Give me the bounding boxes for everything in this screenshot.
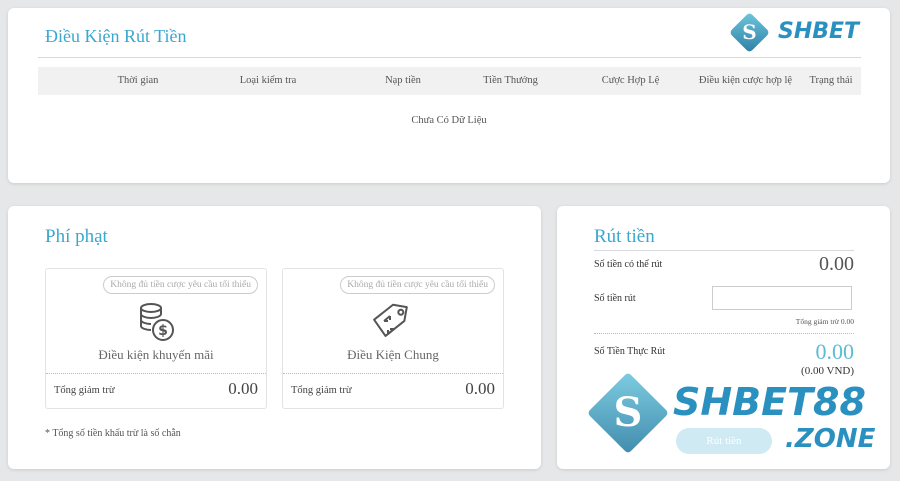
status-badge: Không đủ tiền cược yêu cầu tối thiểu — [103, 276, 258, 294]
total-deduction-value: 0.00 — [228, 379, 258, 398]
logo-letter: S — [742, 20, 757, 44]
divider — [594, 333, 854, 334]
empty-state-text: Chưa Có Dữ Liệu — [411, 115, 487, 126]
amount-label: Số tiền rút — [594, 293, 636, 304]
total-deduction-value: 0.00 — [465, 379, 495, 398]
shbet88-zone-watermark: S SHBET88 .ZONE — [585, 371, 885, 462]
actual-amount-value: 0.00 — [815, 339, 855, 364]
penalty-panel: Phí phạt Không đủ tiền cược yêu cầu tối … — [8, 206, 541, 469]
column-header-time: Thời gian — [117, 75, 159, 86]
total-deduction-label: Tổng giảm trừ — [54, 385, 115, 396]
dotted-divider — [46, 373, 266, 374]
penalty-title: Phí phạt — [45, 226, 108, 247]
actual-amount-label: Số Tiền Thực Rút — [594, 346, 666, 357]
card-label: Điều Kiện Chung — [347, 347, 439, 362]
deduction-text: Tổng giảm trừ 0.00 — [795, 317, 854, 326]
general-condition-card: Không đủ tiền cược yêu cầu tối thiểu Điề… — [282, 268, 504, 409]
promotion-condition-card: Không đủ tiền cược yêu cầu tối thiểu $ Đ… — [45, 268, 267, 409]
withdraw-conditions-title: Điều Kiện Rút Tiền — [45, 26, 187, 46]
logo-letter: S — [613, 389, 643, 436]
card-label: Điều kiện khuyến mãi — [98, 347, 214, 362]
logo-text-bottom: .ZONE — [785, 424, 876, 454]
logo-text-top: SHBET88 — [673, 380, 866, 424]
price-tag-exchange-icon — [373, 303, 408, 337]
amount-input[interactable] — [712, 286, 852, 310]
available-amount-value: 0.00 — [819, 253, 854, 275]
column-header-valid-bet-condition: Điều kiện cược hợp lệ — [698, 75, 793, 86]
logo-text: SHBET — [778, 19, 860, 44]
available-amount-label: Số tiền có thể rút — [594, 259, 663, 270]
withdraw-title: Rút tiền — [594, 226, 655, 247]
column-header-valid-bet: Cược Hợp Lệ — [601, 75, 660, 86]
table-header: Thời gian Loại kiểm tra Nạp tiền Tiền Th… — [38, 67, 861, 95]
column-header-check-type: Loại kiểm tra — [239, 75, 297, 86]
status-badge: Không đủ tiền cược yêu cầu tối thiểu — [340, 276, 495, 294]
divider — [38, 57, 861, 58]
svg-text:$: $ — [158, 323, 168, 339]
dotted-divider — [283, 373, 503, 374]
total-deduction-label: Tổng giảm trừ — [291, 385, 352, 396]
shbet-logo: S SHBET — [726, 10, 876, 54]
column-header-deposit: Nạp tiền — [385, 75, 421, 86]
column-header-status: Trạng thái — [809, 75, 853, 86]
divider — [594, 250, 854, 251]
penalty-footnote: * Tổng số tiền khấu trừ là số chẵn — [45, 428, 181, 439]
column-header-bonus: Tiền Thưởng — [483, 75, 538, 86]
coins-dollar-icon: $ — [140, 303, 174, 341]
